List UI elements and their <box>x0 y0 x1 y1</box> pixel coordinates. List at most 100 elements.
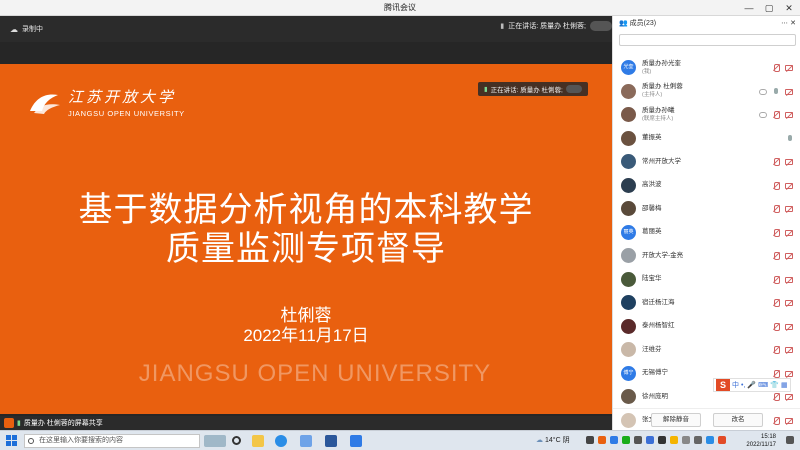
member-row[interactable]: 质量办孙曦 (联席主持人) <box>613 103 800 127</box>
task-view-icon[interactable] <box>232 436 241 445</box>
word-app-icon[interactable] <box>325 435 337 447</box>
unmute-all-button[interactable]: 解除静音 <box>651 412 701 427</box>
ime-toolbar[interactable]: S 中 •, 🎤 ⌨ 👕 ▦ <box>713 378 791 392</box>
tray-app-icon[interactable] <box>598 436 606 444</box>
mic-muted-icon[interactable] <box>773 369 780 378</box>
camera-off-icon[interactable] <box>785 182 793 189</box>
camera-off-icon[interactable] <box>785 323 793 330</box>
mic-muted-icon[interactable] <box>773 252 780 260</box>
mic-icon: ▮ <box>484 86 488 93</box>
member-row[interactable]: 质量办 杜俐蓉 (主持人) <box>613 80 800 104</box>
mic-muted-icon[interactable] <box>773 393 780 401</box>
mic-muted-icon[interactable] <box>773 181 780 190</box>
mic-muted-icon[interactable] <box>773 205 780 213</box>
mic-on-icon[interactable] <box>773 87 779 96</box>
member-avatar <box>621 271 636 287</box>
mic-on-icon[interactable] <box>787 134 793 143</box>
more-icon[interactable]: ⋯ <box>781 20 788 27</box>
meeting-view: ☁ 录制中 ▮ 正在讲话: 质量办 杜俐蓉; 江苏开放大学 JIANGSU OP… <box>0 16 612 430</box>
camera-off-icon[interactable] <box>785 88 793 95</box>
weather-label: 14°C 阴 <box>545 437 570 444</box>
tray-security-icon[interactable] <box>670 436 678 444</box>
mic-muted-icon[interactable] <box>773 299 780 307</box>
ime-punct-icon[interactable]: •, <box>741 382 745 389</box>
member-row[interactable]: 陆宝华 <box>613 268 800 292</box>
minimize-icon[interactable]: — <box>738 0 760 16</box>
camera-off-icon[interactable] <box>785 276 793 283</box>
mic-muted-icon[interactable] <box>773 346 780 354</box>
edge-browser-icon[interactable] <box>275 435 287 447</box>
windows-start-icon[interactable] <box>6 435 17 446</box>
camera-off-icon[interactable] <box>785 206 793 212</box>
member-panel-header: 👥 成员(23) ⋯ ✕ <box>613 16 800 30</box>
weather-widget[interactable]: ☁ 14°C 阴 <box>536 435 570 445</box>
tray-qq-icon[interactable] <box>646 436 654 444</box>
mic-muted-icon[interactable] <box>773 158 780 166</box>
tray-microphone-icon[interactable] <box>586 436 594 444</box>
ime-mode-label[interactable]: 中 <box>732 380 739 390</box>
tencent-meeting-taskbar-icon[interactable] <box>350 435 362 447</box>
ime-skin-icon[interactable]: 👕 <box>770 381 779 389</box>
member-row[interactable]: 董振英 <box>613 127 800 151</box>
tray-onedrive-icon[interactable] <box>706 436 714 444</box>
screen-share-label-group[interactable]: ▮ 质量办 杜俐蓉的屏幕共享 <box>4 418 103 428</box>
mic-muted-icon[interactable] <box>773 275 780 284</box>
member-row[interactable]: 常州开放大学 <box>613 150 800 174</box>
member-row[interactable]: 光奎 质量办孙光奎 (我) <box>613 56 800 80</box>
tray-network-icon[interactable] <box>658 436 666 444</box>
mic-muted-icon[interactable] <box>773 228 780 237</box>
member-name-block: 葛丽英 <box>642 228 662 236</box>
tray-volume-icon[interactable] <box>694 436 702 444</box>
rename-button[interactable]: 改名 <box>713 412 763 427</box>
taskbar-search-input[interactable]: 在这里输入你要搜索的内容 <box>24 434 200 448</box>
tray-battery-icon[interactable] <box>682 436 690 444</box>
panel-controls: ⋯ ✕ <box>781 19 796 27</box>
close-icon[interactable]: ✕ <box>778 0 800 16</box>
camera-off-icon[interactable] <box>785 159 793 165</box>
cortana-thumbnail-icon[interactable] <box>204 435 226 447</box>
camera-off-icon[interactable] <box>785 347 793 353</box>
camera-off-icon[interactable] <box>785 394 793 400</box>
member-row[interactable]: 丽英 葛丽英 <box>613 221 800 245</box>
tray-ime-icon[interactable] <box>718 436 726 444</box>
member-avatar: 丽英 <box>621 224 636 240</box>
camera-off-icon[interactable] <box>785 65 793 71</box>
member-search-input[interactable] <box>619 34 796 46</box>
member-name-block: 常州开放大学 <box>642 158 681 166</box>
taskbar-clock[interactable]: 15:18 2022/11/17 <box>736 433 776 449</box>
share-screen-icon <box>4 418 14 428</box>
member-name-block: 质量办 杜俐蓉 (主持人) <box>642 83 683 99</box>
tray-meeting-icon[interactable] <box>610 436 618 444</box>
camera-off-icon[interactable] <box>785 300 793 306</box>
mic-muted-icon[interactable] <box>773 64 780 72</box>
mic-muted-icon[interactable] <box>773 322 780 331</box>
member-row[interactable]: 泰州杨智红 <box>613 315 800 339</box>
ime-grid-icon[interactable]: ▦ <box>781 381 788 389</box>
member-status-icons <box>773 228 793 237</box>
member-row[interactable]: 汪维芬 <box>613 338 800 362</box>
camera-off-icon[interactable] <box>785 370 793 377</box>
recording-indicator[interactable]: ☁ 录制中 <box>10 24 43 34</box>
member-row[interactable]: 开放大学-金亮 <box>613 244 800 268</box>
member-role: (主持人) <box>642 92 663 99</box>
sogou-ime-icon[interactable]: S <box>716 379 730 391</box>
member-role: (联席主持人) <box>642 115 674 122</box>
mic-muted-icon[interactable] <box>773 111 780 119</box>
ime-keyboard-icon[interactable]: ⌨ <box>758 381 768 389</box>
tray-settings-icon[interactable] <box>634 436 642 444</box>
tray-wechat-icon[interactable] <box>622 436 630 444</box>
member-row[interactable]: 高洪波 <box>613 174 800 198</box>
member-name: 泰州杨智红 <box>642 322 675 330</box>
member-row[interactable]: 宿迁杨江海 <box>613 291 800 315</box>
speaking-label: 正在讲话: 质量办 杜俐蓉; <box>508 23 586 30</box>
member-row[interactable]: 邵馨梅 <box>613 197 800 221</box>
notification-icon[interactable] <box>786 436 794 444</box>
camera-off-icon[interactable] <box>785 253 793 259</box>
mail-app-icon[interactable] <box>300 435 312 447</box>
camera-off-icon[interactable] <box>785 229 793 236</box>
ime-voice-icon[interactable]: 🎤 <box>747 381 756 389</box>
camera-off-icon[interactable] <box>785 112 793 118</box>
maximize-icon[interactable]: ▢ <box>758 0 780 16</box>
file-explorer-icon[interactable] <box>252 435 264 447</box>
panel-close-icon[interactable]: ✕ <box>790 20 796 27</box>
